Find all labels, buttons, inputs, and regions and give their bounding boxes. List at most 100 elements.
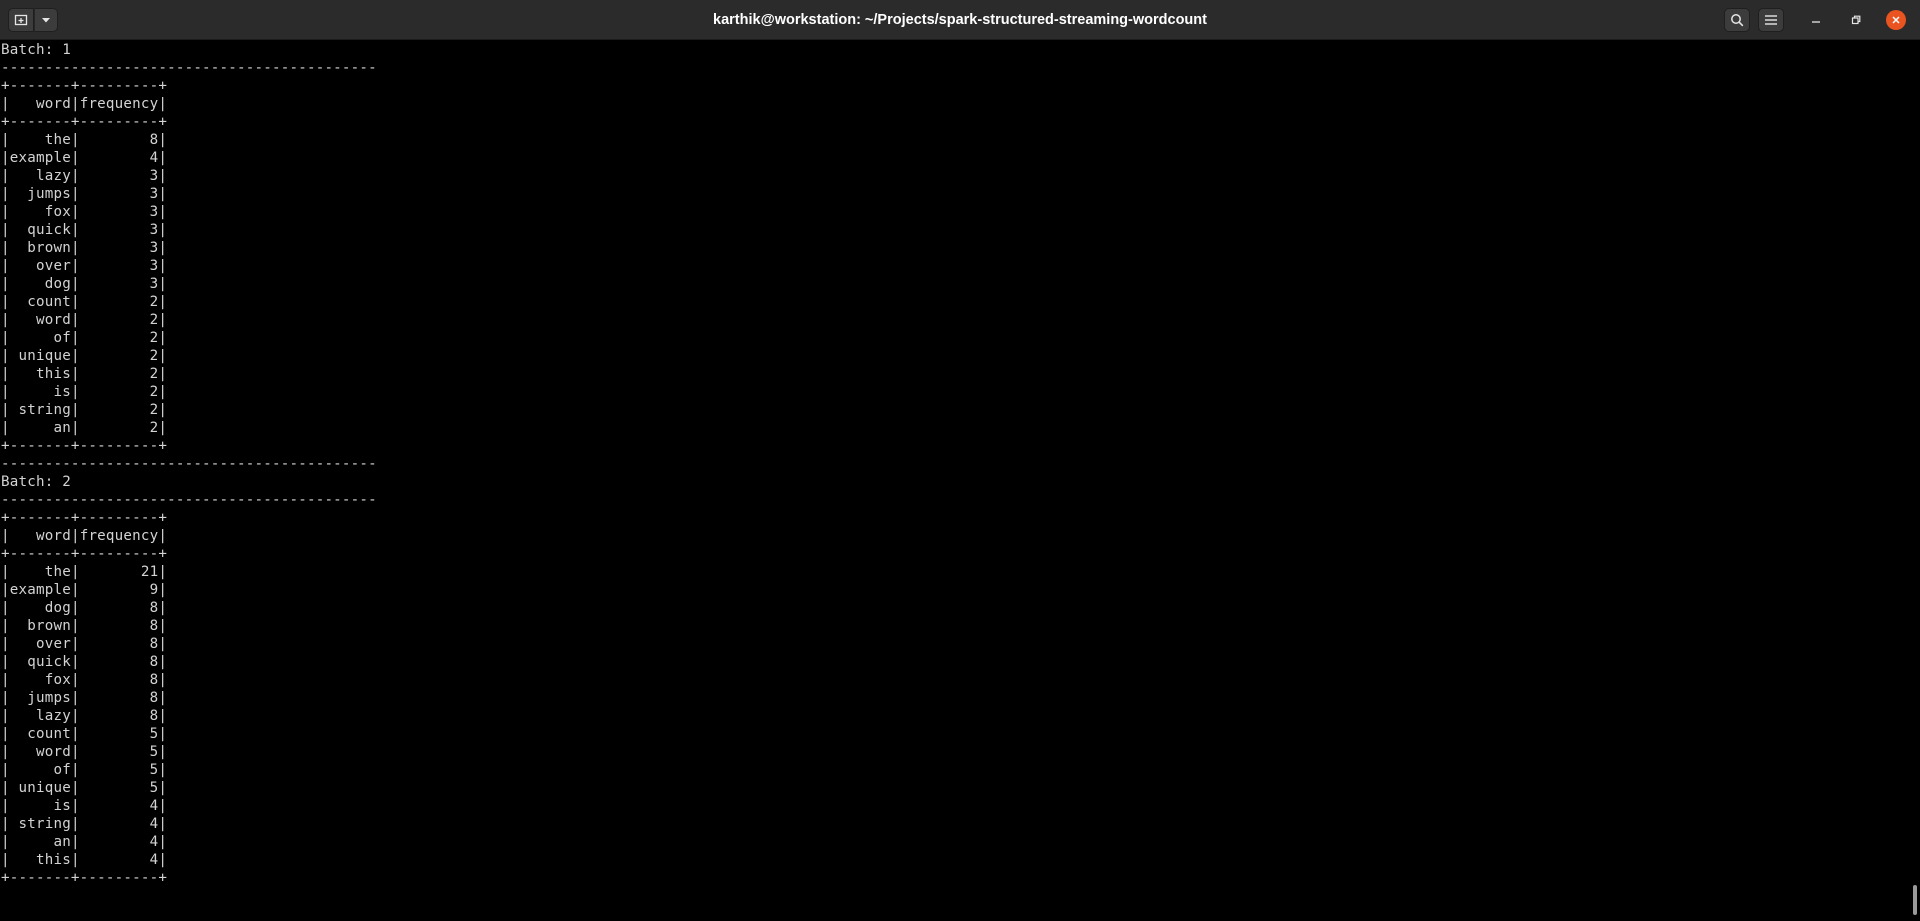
table-border: |: [158, 780, 168, 796]
cell-frequency: 8: [79, 654, 159, 670]
table-border: |: [70, 762, 80, 778]
table-row: | this| 4|: [1, 851, 377, 869]
restore-button[interactable]: [1846, 10, 1866, 30]
table-row: | of| 2|: [1, 329, 377, 347]
table-border: |: [1, 744, 10, 760]
batch-separator: ----------------------------------------…: [1, 492, 377, 508]
table-border: |: [1, 762, 10, 778]
table-border: |: [158, 744, 168, 760]
table-border: |: [1, 780, 10, 796]
table-border: |: [158, 600, 168, 616]
cell-frequency: 3: [79, 186, 159, 202]
table-border: |: [70, 744, 80, 760]
table-border: |: [1, 816, 10, 832]
table-border: |: [1, 294, 10, 310]
table-row: | over| 8|: [1, 635, 377, 653]
table-row: | string| 4|: [1, 815, 377, 833]
cell-word: lazy: [9, 708, 71, 724]
table-border: |: [1, 366, 10, 382]
cell-frequency: 21: [79, 564, 159, 580]
close-button[interactable]: [1886, 10, 1906, 30]
table-border: |: [1, 852, 10, 868]
table-row: | quick| 8|: [1, 653, 377, 671]
batch-separator: ----------------------------------------…: [1, 456, 377, 472]
table-row: | the| 8|: [1, 131, 377, 149]
tab-menu-button[interactable]: [34, 8, 58, 32]
search-button[interactable]: [1724, 8, 1750, 32]
cell-word: string: [9, 402, 71, 418]
table-border: |: [1, 834, 10, 850]
cell-frequency: 3: [79, 204, 159, 220]
cell-word: the: [9, 132, 71, 148]
minimize-button[interactable]: [1806, 10, 1826, 30]
cell-word: of: [9, 330, 71, 346]
cell-word: lazy: [9, 168, 71, 184]
cell-word: over: [9, 258, 71, 274]
scrollbar-thumb[interactable]: [1913, 885, 1917, 915]
cell-frequency: 2: [79, 294, 159, 310]
table-border: |: [158, 618, 168, 634]
table-border: |: [70, 690, 80, 706]
cell-word: an: [9, 834, 71, 850]
table-border: |: [1, 402, 10, 418]
table-border: |: [70, 798, 80, 814]
table-border: |: [158, 852, 168, 868]
cell-word: brown: [9, 618, 71, 634]
table-row: | quick| 3|: [1, 221, 377, 239]
new-tab-button[interactable]: [8, 8, 34, 32]
scrollbar[interactable]: [1908, 40, 1920, 921]
table-border: |: [1, 618, 10, 634]
table-border: |: [158, 366, 168, 382]
table-border: |: [70, 654, 80, 670]
table-border: |: [1, 168, 10, 184]
cell-frequency: 8: [79, 132, 159, 148]
terminal-output: Batch: 1 --------------------------------…: [1, 41, 377, 887]
table-border: |: [158, 132, 168, 148]
table-border: |: [158, 654, 168, 670]
table-border: |: [70, 168, 80, 184]
table-border: |: [1, 636, 10, 652]
table-border: |: [158, 240, 168, 256]
cell-word: unique: [9, 348, 71, 364]
table-border: |: [70, 204, 80, 220]
table-row: | dog| 3|: [1, 275, 377, 293]
main-menu-button[interactable]: [1758, 8, 1784, 32]
table-border: |: [70, 222, 80, 238]
table-border: |: [158, 762, 168, 778]
cell-word: jumps: [9, 690, 71, 706]
cell-frequency: 2: [79, 330, 159, 346]
table-border: |: [158, 348, 168, 364]
cell-frequency: frequency: [79, 96, 159, 112]
window-title: karthik@workstation: ~/Projects/spark-st…: [713, 12, 1207, 28]
table-border: |: [158, 402, 168, 418]
close-icon: [1891, 15, 1901, 25]
table-row: | fox| 8|: [1, 671, 377, 689]
batch-label: Batch: 2: [1, 474, 71, 490]
cell-word: example: [9, 150, 71, 166]
table-row: | is| 2|: [1, 383, 377, 401]
cell-word: an: [9, 420, 71, 436]
cell-frequency: 4: [79, 852, 159, 868]
cell-word: the: [9, 564, 71, 580]
table-border: |: [70, 294, 80, 310]
table-border: |: [70, 726, 80, 742]
table-border: |: [158, 186, 168, 202]
table-border: |: [158, 312, 168, 328]
cell-frequency: 5: [79, 780, 159, 796]
table-border: |: [158, 690, 168, 706]
table-border: +-------+---------+: [1, 510, 168, 526]
table-border: |: [158, 258, 168, 274]
cell-frequency: 8: [79, 708, 159, 724]
table-row: | the| 21|: [1, 563, 377, 581]
table-border: |: [1, 528, 10, 544]
cell-word: dog: [9, 600, 71, 616]
cell-frequency: 3: [79, 240, 159, 256]
table-border: |: [1, 690, 10, 706]
table-border: |: [1, 96, 10, 112]
table-border: |: [1, 150, 10, 166]
cell-frequency: 3: [79, 276, 159, 292]
table-border: |: [158, 726, 168, 742]
table-border: |: [1, 654, 10, 670]
table-border: |: [158, 294, 168, 310]
terminal-area[interactable]: Batch: 1 --------------------------------…: [0, 40, 1920, 921]
